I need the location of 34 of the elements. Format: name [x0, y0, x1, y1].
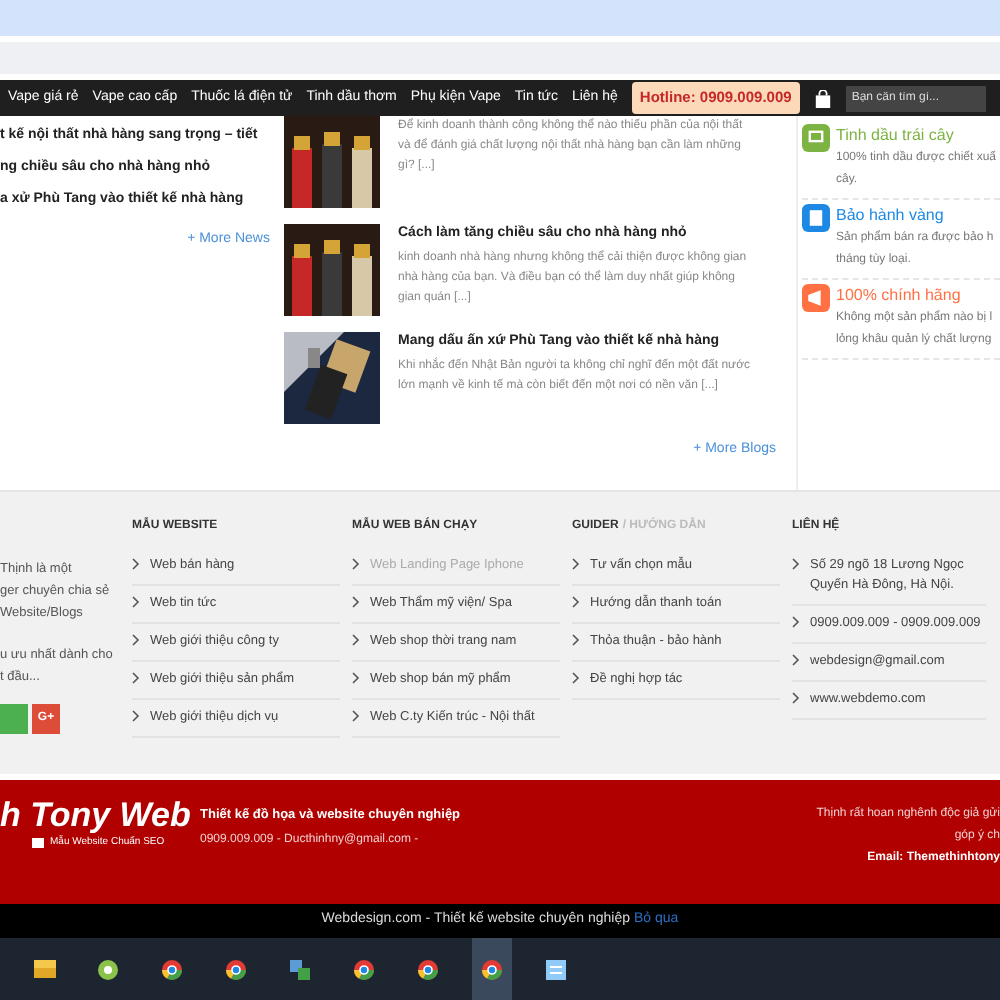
chevron-icon — [572, 558, 580, 570]
chevron-icon — [132, 558, 140, 570]
chevron-icon — [572, 672, 580, 684]
chevron-icon — [572, 634, 580, 646]
chrome-icon[interactable] — [418, 959, 438, 979]
chevron-icon — [352, 558, 360, 570]
chevron-icon — [352, 710, 360, 722]
chevron-icon — [132, 596, 140, 608]
chevron-icon — [132, 634, 140, 646]
chevron-icon — [352, 672, 360, 684]
notepad-icon[interactable] — [546, 959, 566, 979]
chrome-icon[interactable] — [226, 959, 246, 979]
logo: h Tony Web — [0, 796, 193, 835]
feature-title: 100% chính hãng — [836, 284, 963, 308]
chrome-icon[interactable] — [162, 959, 182, 979]
chevron-icon — [792, 558, 800, 570]
chevron-icon — [132, 710, 140, 722]
chrome-icon[interactable] — [354, 959, 374, 979]
target-icon[interactable] — [98, 959, 118, 979]
shopping-bag-icon[interactable] — [813, 89, 832, 107]
seo-icon — [32, 838, 44, 849]
chevron-icon — [792, 654, 800, 666]
taskbar-button[interactable] — [472, 938, 512, 1000]
chevron-icon — [572, 596, 580, 608]
chevron-icon — [352, 596, 360, 608]
folder-icon[interactable] — [33, 960, 55, 978]
chevron-icon — [132, 672, 140, 684]
chevron-icon — [792, 692, 800, 704]
feature-title: Tinh dầu trái cây — [836, 124, 956, 148]
chevron-icon — [352, 634, 360, 646]
chrome-icon[interactable] — [482, 959, 502, 979]
network-icon[interactable] — [290, 959, 310, 979]
chevron-icon — [792, 616, 800, 628]
feature-title: Bảo hành vàng — [836, 204, 946, 228]
